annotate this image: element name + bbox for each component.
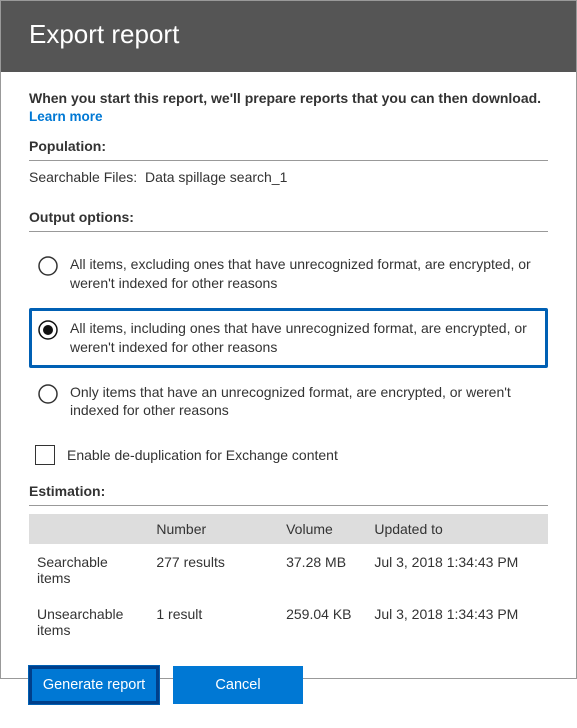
divider <box>29 160 548 161</box>
table-body: Searchable items 277 results 37.28 MB Ju… <box>29 544 548 648</box>
radio-unchecked-icon <box>38 384 58 404</box>
learn-more-link[interactable]: Learn more <box>29 109 103 124</box>
cell-label: Searchable items <box>29 550 148 590</box>
col-header-number: Number <box>148 514 278 544</box>
col-header-volume: Volume <box>278 514 366 544</box>
radio-unchecked-icon <box>38 256 58 276</box>
radio-label: Only items that have an unrecognized for… <box>70 383 539 421</box>
estimation-label: Estimation: <box>29 483 548 499</box>
population-row-label: Searchable Files: <box>29 169 137 185</box>
population-row: Searchable Files: Data spillage search_1 <box>29 169 548 195</box>
radio-label: All items, excluding ones that have unre… <box>70 255 539 293</box>
cell-updated: Jul 3, 2018 1:34:43 PM <box>366 550 548 590</box>
cell-volume: 259.04 KB <box>278 602 366 642</box>
table-row: Searchable items 277 results 37.28 MB Ju… <box>29 544 548 596</box>
intro-text: When you start this report, we'll prepar… <box>29 90 548 106</box>
population-row-value: Data spillage search_1 <box>145 169 287 185</box>
col-header <box>29 514 148 544</box>
checkbox-label: Enable de-duplication for Exchange conte… <box>67 447 338 463</box>
cell-volume: 37.28 MB <box>278 550 366 590</box>
dedup-checkbox-row[interactable]: Enable de-duplication for Exchange conte… <box>29 435 548 479</box>
estimation-table: Number Volume Updated to Searchable item… <box>29 514 548 648</box>
population-label: Population: <box>29 138 548 154</box>
divider <box>29 505 548 506</box>
cell-number: 1 result <box>148 602 278 642</box>
output-options-group: All items, excluding ones that have unre… <box>29 244 548 479</box>
output-options-label: Output options: <box>29 209 548 225</box>
divider <box>29 231 548 232</box>
generate-report-button[interactable]: Generate report <box>29 666 159 704</box>
table-row: Unsearchable items 1 result 259.04 KB Ju… <box>29 596 548 648</box>
cell-number: 277 results <box>148 550 278 590</box>
cancel-button[interactable]: Cancel <box>173 666 303 704</box>
radio-option-all-excluding[interactable]: All items, excluding ones that have unre… <box>29 244 548 304</box>
cell-updated: Jul 3, 2018 1:34:43 PM <box>366 602 548 642</box>
radio-label: All items, including ones that have unre… <box>70 319 539 357</box>
radio-option-only-unrecognized[interactable]: Only items that have an unrecognized for… <box>29 372 548 432</box>
dialog-footer: Generate report Cancel <box>1 648 576 728</box>
col-header-updated: Updated to <box>366 514 548 544</box>
checkbox-unchecked-icon <box>35 445 55 465</box>
radio-checked-icon <box>38 320 58 340</box>
cell-label: Unsearchable items <box>29 602 148 642</box>
dialog-title: Export report <box>29 19 179 49</box>
dialog-header: Export report <box>1 1 576 72</box>
radio-option-all-including[interactable]: All items, including ones that have unre… <box>29 308 548 368</box>
table-header: Number Volume Updated to <box>29 514 548 544</box>
dialog-content: When you start this report, we'll prepar… <box>1 72 576 648</box>
